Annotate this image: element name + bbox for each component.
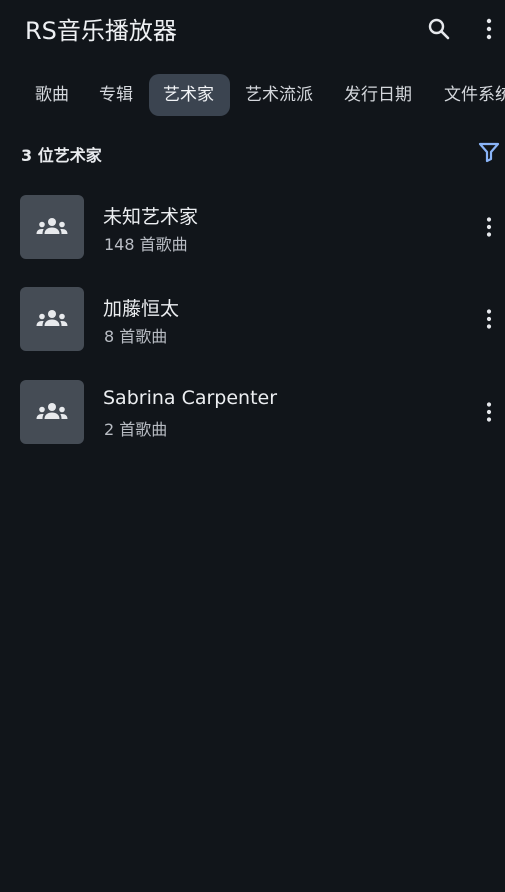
artist-count-row: 3 位艺术家	[0, 138, 505, 168]
filter-icon[interactable]	[478, 141, 502, 165]
people-group-icon	[20, 195, 84, 259]
row-overflow-menu-icon[interactable]	[476, 306, 502, 332]
artist-row[interactable]: 加藤恒太 8 首歌曲	[0, 280, 505, 360]
artist-song-count: 2 首歌曲	[104, 420, 168, 439]
category-tabs: 歌曲 专辑 艺术家 艺术流派 发行日期 文件系统	[0, 74, 505, 118]
tab-file-system[interactable]: 文件系统	[430, 74, 505, 116]
app-title: RS音乐播放器	[25, 17, 177, 45]
artist-name: 加藤恒太	[103, 298, 180, 320]
people-group-icon	[20, 380, 84, 444]
artist-count-label: 3 位艺术家	[21, 146, 102, 165]
tab-release-date[interactable]: 发行日期	[330, 74, 426, 116]
search-icon[interactable]	[426, 16, 452, 42]
tab-artists[interactable]: 艺术家	[149, 74, 230, 116]
tab-songs[interactable]: 歌曲	[21, 74, 83, 116]
top-app-bar: RS音乐播放器	[0, 0, 505, 58]
artist-row[interactable]: Sabrina Carpenter 2 首歌曲	[0, 373, 505, 453]
tab-genres[interactable]: 艺术流派	[231, 74, 327, 116]
artists-screen: RS音乐播放器 歌曲 专辑 艺术家 艺术流派 发行日期 文件系统 3 位艺术家	[0, 0, 505, 892]
artist-song-count: 8 首歌曲	[104, 327, 168, 346]
people-group-icon	[20, 287, 84, 351]
row-overflow-menu-icon[interactable]	[476, 214, 502, 240]
artist-name: 未知艺术家	[103, 206, 199, 228]
artist-name: Sabrina Carpenter	[103, 387, 278, 409]
artist-row[interactable]: 未知艺术家 148 首歌曲	[0, 188, 505, 268]
row-overflow-menu-icon[interactable]	[476, 399, 502, 425]
artist-song-count: 148 首歌曲	[104, 235, 188, 254]
tab-albums[interactable]: 专辑	[85, 74, 147, 116]
overflow-menu-icon[interactable]	[476, 16, 502, 42]
